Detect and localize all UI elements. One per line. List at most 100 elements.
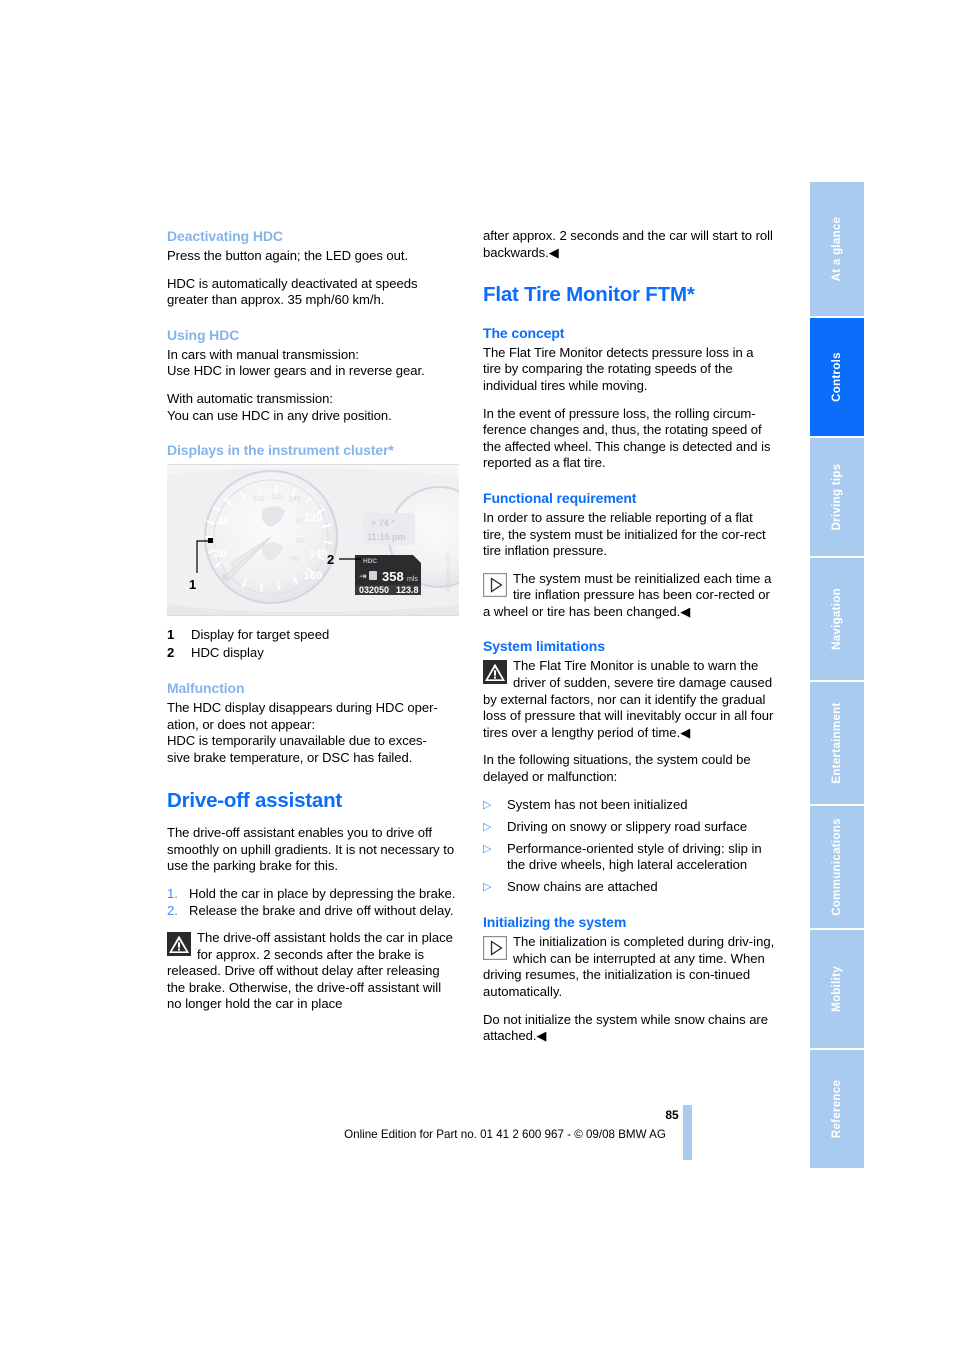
warning-block-driveoff: The drive-off assistant holds the car in…	[167, 930, 459, 1013]
note-text: The system must be reinitialized each ti…	[483, 570, 772, 619]
paragraph-functional: In order to assure the reliable reportin…	[483, 509, 766, 559]
paragraph-deactivating-1: Press the button again; the LED goes out…	[167, 248, 409, 263]
bullet-text: System has not been initialized	[507, 796, 688, 812]
footer-edition-text: Online Edition for Part no. 01 41 2 600 …	[344, 1128, 666, 1141]
tab-driving-tips[interactable]: Driving tips	[810, 438, 864, 556]
list-item: 1. Hold the car in place by depressing t…	[167, 886, 459, 903]
note-triangle-icon	[483, 936, 507, 961]
triangle-bullet-icon: ▷	[483, 820, 492, 833]
paragraph-concept-1: The Flat Tire Monitor detects pressure l…	[483, 344, 754, 393]
right-column: after approx. 2 seconds and the car will…	[483, 228, 775, 1045]
cluster-range-unit: mls	[407, 576, 418, 583]
cluster-odometer: 032050	[359, 585, 389, 595]
cluster-trip: 123.8	[396, 585, 419, 595]
svg-text:⇥: ⇥	[359, 571, 367, 581]
tab-label: Mobility	[831, 966, 843, 1012]
footer-text: Online Edition for Part no. 01 41 2 600 …	[0, 1128, 954, 1141]
cluster-clock: 11:15 pm	[367, 532, 406, 542]
svg-text:40: 40	[217, 516, 229, 528]
page-number-value: 85	[665, 1108, 679, 1122]
legend-text: Display for target speed	[191, 627, 330, 643]
callout-1: 1	[189, 577, 196, 592]
driveoff-steps: 1. Hold the car in place by depressing t…	[167, 886, 459, 920]
note-triangle-icon	[483, 572, 507, 597]
figure-watermark: www.bmw.com	[446, 553, 452, 594]
paragraph-situations: In the following situations, the system …	[483, 752, 751, 785]
legend-item: 2 HDC display	[167, 644, 459, 662]
tab-label: Entertainment	[831, 702, 843, 784]
list-item: 2. Release the brake and drive off witho…	[167, 903, 459, 920]
legend-number: 2	[167, 645, 175, 661]
paragraph-concept-2: In the event of pressure loss, the rolli…	[483, 405, 771, 471]
heading-functional-requirement: Functional requirement	[483, 489, 637, 506]
tab-mobility[interactable]: Mobility	[810, 930, 864, 1048]
bullet-text: Performance-oriented style of driving: s…	[507, 840, 762, 873]
warning-triangle-icon	[483, 660, 507, 685]
legend-item: 1 Display for target speed	[167, 626, 459, 644]
warning-text: The Flat Tire Monitor is unable to warn …	[483, 658, 774, 740]
svg-text:100: 100	[253, 496, 265, 503]
heading-system-limitations: System limitations	[483, 638, 605, 655]
step-number: 2.	[167, 903, 178, 919]
paragraph-using-1: In cars with manual transmission: Use HD…	[167, 346, 425, 379]
instrument-cluster-illustration: 40 20 140 120 160 100 120 140 20 40 60 2 +…	[167, 465, 459, 616]
triangle-bullet-icon: ▷	[483, 798, 492, 811]
heading-the-concept: The concept	[483, 324, 565, 341]
tab-label: Communications	[831, 818, 843, 916]
svg-text:120: 120	[304, 512, 322, 524]
list-item: ▷ Performance-oriented style of driving:…	[483, 841, 775, 875]
callout-2: 2	[327, 552, 334, 567]
svg-text:120: 120	[271, 494, 283, 501]
tab-at-a-glance[interactable]: At a glance	[810, 182, 864, 316]
paragraph-driveoff-intro: The drive-off assistant enables you to d…	[167, 825, 455, 874]
paragraph-malfunction: The HDC display disappears during HDC op…	[167, 700, 438, 765]
paragraph-initializing-extra: Do not initialize the system while snow …	[483, 1011, 768, 1044]
cluster-temp: + 74 °	[371, 518, 395, 528]
list-item: ▷ System has not been initialized	[483, 797, 775, 814]
step-text: Hold the car in place by depressing the …	[189, 885, 456, 901]
tab-label: At a glance	[831, 216, 843, 282]
warning-triangle-icon	[167, 932, 191, 957]
page-number: 85	[0, 1108, 954, 1122]
tab-label: Controls	[831, 352, 843, 402]
paragraph-deactivating-2: HDC is automatically deactivated at spee…	[167, 275, 418, 308]
svg-text:40: 40	[296, 538, 304, 545]
tab-label: Driving tips	[831, 463, 843, 531]
bullet-text: Snow chains are attached	[507, 879, 658, 895]
note-text: The initialization is completed during d…	[483, 934, 775, 999]
paragraph-using-2: With automatic transmission: You can use…	[167, 390, 392, 423]
svg-text:140: 140	[309, 548, 327, 560]
svg-text:20: 20	[295, 518, 303, 525]
limitations-bullet-list: ▷ System has not been initialized ▷ Driv…	[483, 797, 775, 897]
tab-controls[interactable]: Controls	[810, 318, 864, 436]
tab-label: Navigation	[831, 588, 843, 650]
manual-page: At a glance Controls Driving tips Naviga…	[0, 0, 954, 1350]
svg-text:60: 60	[291, 556, 299, 563]
tab-communications[interactable]: Communications	[810, 806, 864, 928]
heading-using-hdc: Using HDC	[167, 326, 240, 343]
svg-text:20: 20	[214, 548, 226, 560]
heading-flat-tire-monitor: Flat Tire Monitor FTM*	[483, 283, 695, 307]
note-block-functional: The system must be reinitialized each ti…	[483, 571, 775, 621]
triangle-bullet-icon: ▷	[483, 881, 492, 894]
tab-entertainment[interactable]: Entertainment	[810, 682, 864, 804]
triangle-bullet-icon: ▷	[483, 842, 492, 855]
svg-text:140: 140	[289, 496, 301, 503]
bullet-text: Driving on snowy or slippery road surfac…	[507, 818, 748, 834]
heading-malfunction: Malfunction	[167, 680, 245, 697]
tab-navigation[interactable]: Navigation	[810, 558, 864, 680]
step-text: Release the brake and drive off without …	[189, 903, 454, 919]
step-number: 1.	[167, 885, 178, 901]
heading-displays-instrument-cluster: Displays in the instrument cluster*	[167, 442, 394, 459]
paragraph-continuation: after approx. 2 seconds and the car will…	[483, 228, 773, 260]
legend-number: 1	[167, 627, 175, 643]
legend-text: HDC display	[191, 645, 264, 661]
svg-text:160: 160	[304, 570, 322, 582]
warning-block-limitations: The Flat Tire Monitor is unable to warn …	[483, 658, 775, 741]
cluster-range-value: 358	[382, 569, 404, 584]
list-item: ▷ Driving on snowy or slippery road surf…	[483, 819, 775, 836]
list-item: ▷ Snow chains are attached	[483, 879, 775, 896]
heading-deactivating-hdc: Deactivating HDC	[167, 228, 283, 244]
heading-initializing-the-system: Initializing the system	[483, 914, 627, 931]
note-block-initializing: The initialization is completed during d…	[483, 934, 775, 1000]
